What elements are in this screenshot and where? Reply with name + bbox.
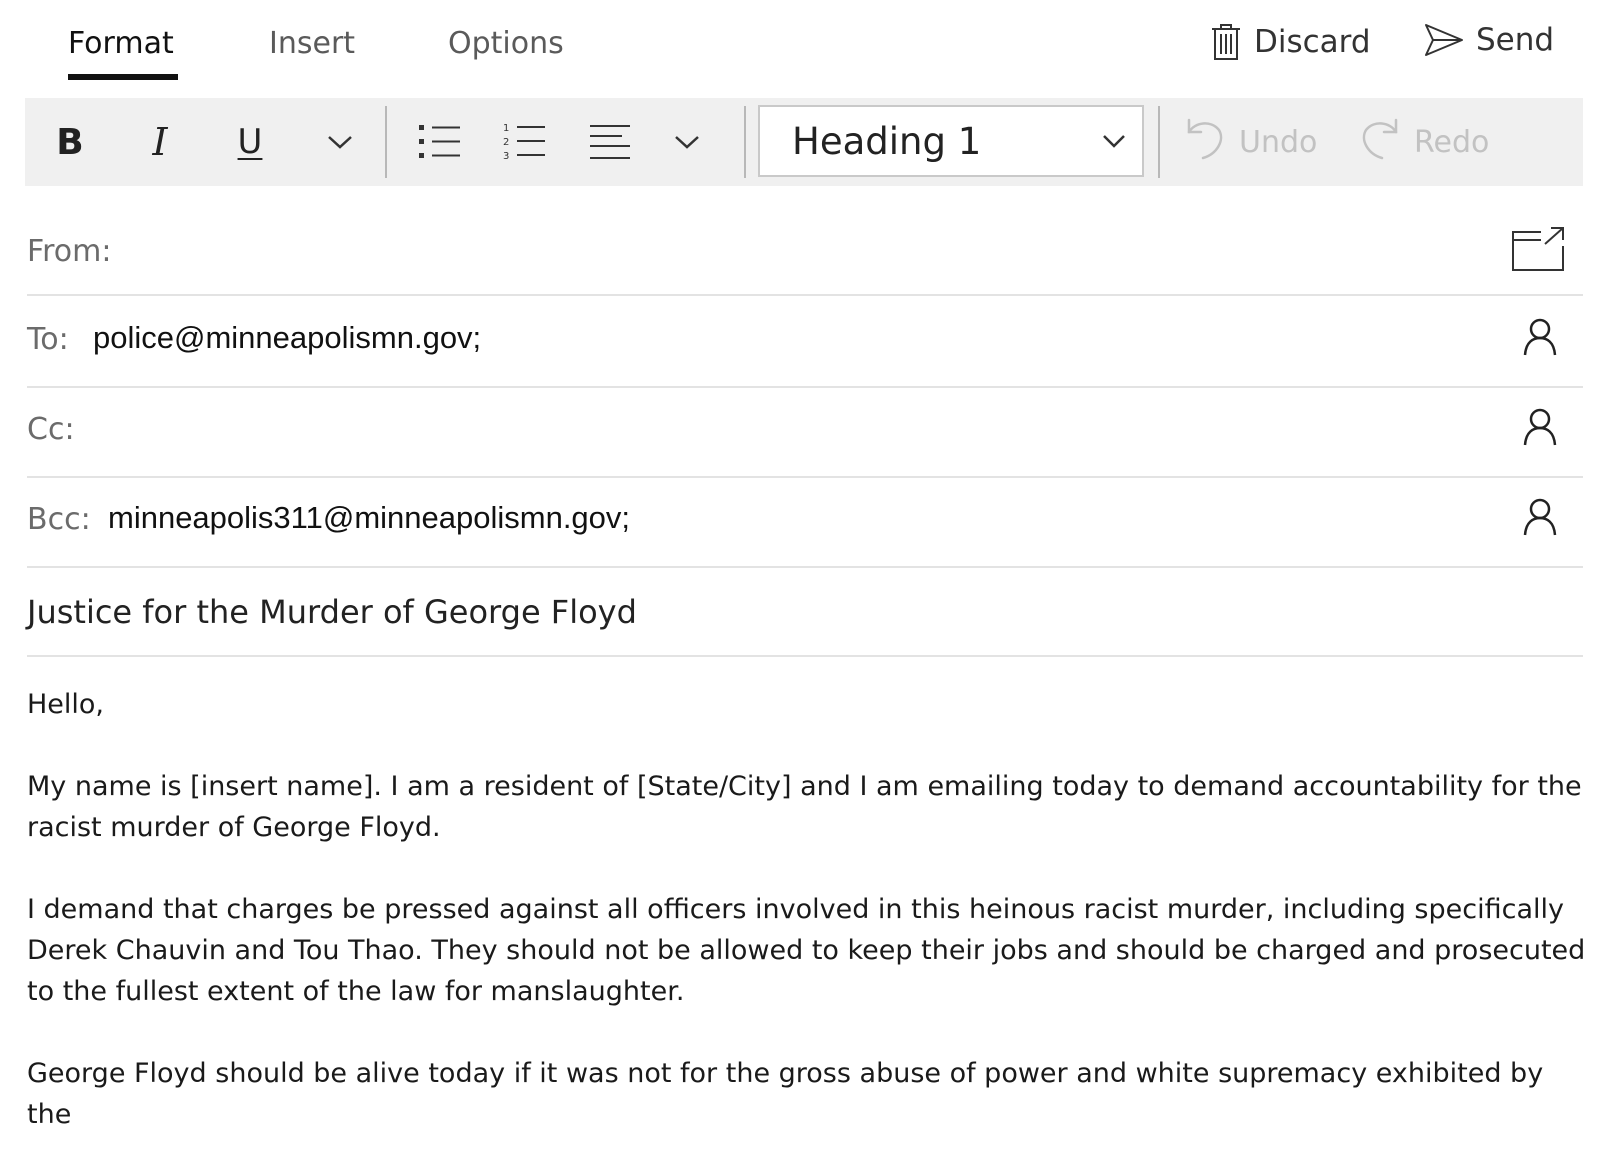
- cc-label: Cc:: [27, 412, 75, 447]
- numbered-list-icon: 1 2 3: [503, 121, 547, 163]
- numbered-list-button[interactable]: 1 2 3: [490, 98, 560, 186]
- trash-icon: [1210, 22, 1242, 62]
- popout-icon[interactable]: [1511, 226, 1565, 276]
- toolbar-divider: [1158, 106, 1160, 178]
- redo-button[interactable]: Redo: [1360, 98, 1489, 186]
- subject-text: Justice for the Murder of George Floyd: [27, 593, 637, 631]
- align-button[interactable]: [575, 98, 645, 186]
- format-toolbar: B I U 1 2 3 Heading 1 Undo Redo: [25, 98, 1583, 186]
- cc-row: Cc:: [27, 386, 1583, 478]
- svg-text:1: 1: [503, 123, 509, 134]
- tab-insert[interactable]: Insert: [269, 26, 355, 61]
- tab-format[interactable]: Format: [68, 26, 174, 61]
- subject-field[interactable]: Justice for the Murder of George Floyd: [27, 573, 1583, 657]
- paragraph-more-button[interactable]: [662, 98, 712, 186]
- person-icon[interactable]: [1523, 408, 1557, 450]
- bcc-field[interactable]: minneapolis311@minneapolismn.gov;: [108, 500, 630, 536]
- svg-text:3: 3: [503, 151, 509, 162]
- discard-button[interactable]: Discard: [1210, 22, 1371, 62]
- svg-text:2: 2: [503, 137, 509, 148]
- send-icon: [1424, 23, 1464, 57]
- font-more-button[interactable]: [315, 98, 365, 186]
- send-label: Send: [1476, 22, 1555, 58]
- italic-button[interactable]: I: [135, 98, 185, 186]
- body-paragraph: I demand that charges be pressed against…: [27, 894, 1586, 1007]
- undo-button[interactable]: Undo: [1185, 98, 1317, 186]
- chevron-down-icon: [327, 134, 353, 150]
- paragraph-style-select[interactable]: Heading 1: [758, 105, 1144, 177]
- bold-button[interactable]: B: [45, 98, 95, 186]
- from-row: From:: [27, 214, 1583, 294]
- tab-options[interactable]: Options: [448, 26, 564, 61]
- undo-label: Undo: [1239, 124, 1318, 160]
- body-paragraph: My name is [insert name]. I am a residen…: [27, 771, 1582, 843]
- body-greeting: Hello,: [27, 689, 105, 720]
- bullet-list-icon: [418, 122, 462, 162]
- discard-label: Discard: [1254, 24, 1371, 60]
- undo-icon: [1185, 116, 1225, 168]
- body-paragraph: George Floyd should be alive today if it…: [27, 1058, 1544, 1130]
- chevron-down-icon: [674, 134, 700, 150]
- bcc-label: Bcc:: [27, 502, 91, 537]
- top-bar: Format Insert Options Discard Send: [0, 0, 1620, 96]
- active-tab-indicator: [68, 74, 178, 80]
- from-label: From:: [27, 234, 112, 269]
- redo-icon: [1360, 116, 1400, 168]
- toolbar-divider: [385, 106, 387, 178]
- paragraph-style-value: Heading 1: [792, 120, 982, 163]
- toolbar-divider: [744, 106, 746, 178]
- italic-glyph: I: [152, 120, 168, 164]
- message-body[interactable]: Hello, My name is [insert name]. I am a …: [27, 684, 1587, 1176]
- send-button[interactable]: Send: [1424, 22, 1554, 58]
- bullet-list-button[interactable]: [405, 98, 475, 186]
- person-icon[interactable]: [1523, 318, 1557, 360]
- person-icon[interactable]: [1523, 498, 1557, 540]
- to-row: To: police@minneapolismn.gov;: [27, 296, 1583, 388]
- redo-label: Redo: [1414, 124, 1490, 160]
- to-field[interactable]: police@minneapolismn.gov;: [93, 320, 481, 356]
- bcc-row: Bcc: minneapolis311@minneapolismn.gov;: [27, 476, 1583, 568]
- align-left-icon: [589, 123, 631, 161]
- bold-glyph: B: [56, 121, 84, 163]
- to-label: To:: [27, 322, 69, 357]
- underline-glyph: U: [237, 122, 263, 162]
- underline-button[interactable]: U: [225, 98, 275, 186]
- chevron-down-icon: [1102, 133, 1126, 153]
